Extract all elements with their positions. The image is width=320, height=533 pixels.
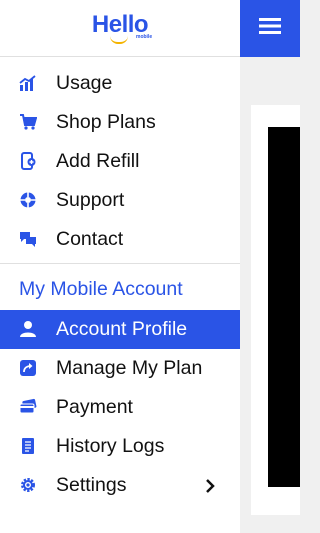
logo-subtext: mobile [136, 34, 153, 40]
chat-bubbles-icon [19, 230, 37, 248]
phone-refill-icon [19, 152, 37, 170]
sidebar-item-add-refill[interactable]: Add Refill [0, 142, 240, 181]
lifebuoy-icon [19, 191, 37, 209]
sidebar-item-label: Add Refill [56, 150, 140, 172]
sidebar-item-payment[interactable]: Payment [0, 388, 240, 427]
sidebar-item-label: Support [56, 189, 125, 211]
hamburger-menu-icon [259, 17, 281, 40]
chevron-right-icon [202, 477, 218, 493]
sidebar-item-usage[interactable]: Usage [0, 64, 240, 103]
sidebar-item-manage-my-plan[interactable]: Manage My Plan [0, 349, 240, 388]
gear-icon [19, 476, 37, 494]
media-area [268, 127, 300, 487]
credit-cards-icon [19, 398, 37, 416]
sidebar-item-support[interactable]: Support [0, 181, 240, 220]
sidebar-item-label: Shop Plans [56, 111, 156, 133]
sidebar-item-label: Account Profile [56, 318, 188, 340]
sidebar-item-label: Settings [56, 474, 127, 496]
account-nav: Account Profile Manage My Plan Payment H… [0, 310, 240, 505]
share-arrow-icon [19, 359, 37, 377]
sidebar-item-shop-plans[interactable]: Shop Plans [0, 103, 240, 142]
shopping-cart-icon [19, 113, 37, 131]
sidebar-item-label: Manage My Plan [56, 357, 203, 379]
sidebar-item-label: Payment [56, 396, 133, 418]
logo-smile-icon [110, 36, 128, 44]
sidebar: Hello mobile Usage Shop Plans Add Refill [0, 0, 240, 533]
sidebar-item-settings[interactable]: Settings [0, 466, 240, 505]
bar-chart-icon [19, 74, 37, 92]
user-icon [19, 320, 37, 338]
sidebar-item-label: Usage [56, 72, 113, 94]
document-list-icon [19, 437, 37, 455]
sidebar-item-contact[interactable]: Contact [0, 220, 240, 259]
menu-toggle-button[interactable] [240, 0, 300, 57]
brand-logo[interactable]: Hello mobile [0, 0, 240, 57]
sidebar-item-label: Contact [56, 228, 124, 250]
sidebar-item-history-logs[interactable]: History Logs [0, 427, 240, 466]
section-heading-my-mobile-account: My Mobile Account [19, 277, 183, 300]
sidebar-item-label: History Logs [56, 435, 165, 457]
sidebar-item-account-profile[interactable]: Account Profile [0, 310, 240, 349]
main-nav: Usage Shop Plans Add Refill Support Cont… [0, 57, 240, 259]
